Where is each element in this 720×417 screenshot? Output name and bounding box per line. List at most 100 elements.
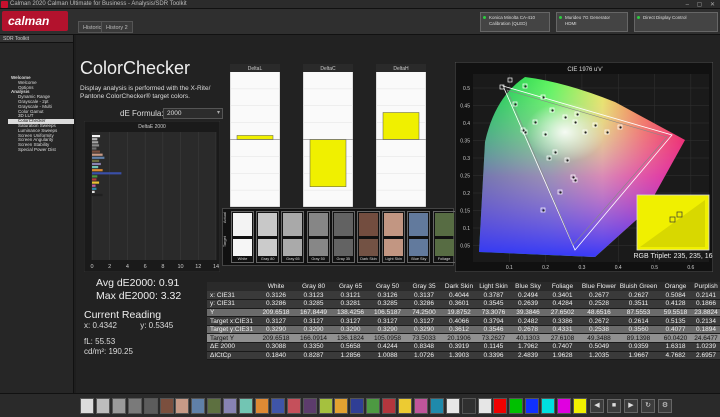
table-row[interactable]: Target Y 209.6518 166.0914 136.1824 105.0958… — [207, 333, 720, 344]
table-cell: 0.3127 — [295, 316, 332, 326]
max-de-value: Max dE2000: 3.32 — [96, 290, 182, 302]
measured-point — [548, 157, 551, 160]
swatch-light-skin[interactable]: Light Skin — [382, 211, 406, 263]
table-row[interactable]: y: CIE31 0.3286 0.3285 0.3281 0.3285 0.3286 0.… — [207, 299, 720, 309]
swatch-white[interactable]: White — [231, 211, 254, 263]
table-row[interactable]: ΔICtCp 0.1840 0.8287 1.2856 1.0088 1.0726 1.39… — [207, 351, 720, 361]
meter-device[interactable]: Konica Minolta CA-410 Calibration (QLED) — [480, 12, 550, 32]
patch-chip[interactable] — [413, 398, 428, 414]
swatch-gray-50[interactable]: Gray 50 — [306, 211, 330, 263]
cie-ytick: 0.1 — [463, 226, 470, 232]
patch-chip[interactable] — [318, 398, 333, 414]
patch-chip[interactable] — [382, 398, 397, 414]
patch-chip[interactable] — [461, 398, 476, 414]
table-cell: 1.0088 — [369, 351, 406, 361]
patch-chip[interactable] — [207, 398, 222, 414]
table-cell: 0.3386 — [545, 316, 580, 326]
table-cell: 0.2627 — [618, 291, 659, 301]
patch-chip[interactable] — [254, 398, 269, 414]
window-controls[interactable]: – ▢ ✕ — [686, 1, 718, 8]
next-button[interactable]: ▶ — [624, 399, 638, 413]
swatch-foliage[interactable]: Foliage — [432, 211, 456, 263]
patch-chip[interactable] — [541, 398, 556, 414]
table-cell: 0.2678 — [511, 325, 545, 335]
tab-history-2[interactable]: History 2 — [101, 21, 133, 33]
swatch-actual — [233, 213, 252, 236]
patch-chip[interactable] — [159, 398, 174, 414]
swatch-blue-sky[interactable]: Blue Sky — [407, 211, 431, 263]
table-cell: 0.3612 — [442, 325, 476, 335]
stop-button[interactable]: ■ — [607, 399, 621, 413]
patch-chip[interactable] — [445, 398, 460, 414]
sidebar-item-special-power-dist[interactable]: Special Power Dist — [8, 147, 74, 153]
delta-bar — [236, 135, 274, 140]
de-bar — [92, 147, 97, 150]
patch-chip[interactable] — [557, 398, 571, 414]
table-cell: 39.3846 — [511, 308, 545, 318]
settings-gear-icon[interactable]: ⚙ — [658, 399, 672, 413]
swatch-dark-skin[interactable]: Dark Skin — [357, 211, 380, 263]
table-cell: 0.4128 — [659, 299, 692, 309]
patch-chip[interactable] — [95, 398, 110, 414]
table-cell: 167.8449 — [295, 308, 332, 318]
cie-xtick: 0.4 — [615, 265, 622, 271]
table-cell: 0.4044 — [442, 291, 476, 301]
swatch-target — [333, 239, 353, 256]
patch-chip[interactable] — [127, 398, 142, 414]
table-cell: 0.3601 — [442, 299, 476, 309]
table-cell: 19.8752 — [442, 308, 476, 318]
patch-chip[interactable] — [270, 398, 285, 414]
formula-select[interactable]: 2000 ▾ — [163, 108, 223, 119]
generator-device[interactable]: Murideo 7G Generator HDMI — [556, 12, 628, 32]
previous-button[interactable]: ◀ — [590, 399, 604, 413]
panel-title: DeltaL — [248, 66, 263, 72]
table-cell: 0.3088 — [257, 342, 295, 352]
patch-chip[interactable] — [509, 398, 524, 414]
table-row[interactable]: x: CIE31 0.3126 0.3123 0.3121 0.3126 0.3137 0.… — [207, 291, 720, 301]
table-row[interactable]: Y 209.6518 167.8449 138.4256 106.5187 74.2500… — [207, 308, 720, 318]
measured-point — [606, 131, 609, 134]
table-cell: 0.5658 — [332, 342, 369, 352]
table-cell: 1.0726 — [406, 351, 442, 361]
patch-chip[interactable] — [366, 398, 381, 414]
patch-chip[interactable] — [398, 398, 412, 414]
patch-chip[interactable] — [334, 398, 349, 414]
patch-chip[interactable] — [429, 398, 444, 414]
swatch-gray-80[interactable]: Gray 80 — [256, 211, 280, 263]
de-chart-xtick: 12 — [195, 264, 201, 270]
page-title: ColorChecker — [80, 58, 191, 78]
table-row[interactable]: Target x:CIE31 0.3127 0.3127 0.3127 0.3127 0.… — [207, 316, 720, 326]
patch-chip[interactable] — [572, 398, 587, 414]
patch-chip[interactable] — [493, 398, 508, 414]
cie-ytick: 0.3 — [463, 156, 470, 162]
table-row[interactable]: ΔE 2000 0.3088 0.3350 0.5658 0.4244 0.8348 0.3… — [207, 342, 720, 352]
de-bar — [92, 150, 100, 153]
swatch-target — [258, 239, 278, 256]
patch-chip[interactable] — [80, 398, 94, 414]
cie-ytick: 0.15 — [460, 209, 470, 215]
patch-chip[interactable] — [175, 398, 190, 414]
measured-point — [564, 116, 567, 119]
avg-de-value: Avg dE2000: 0.91 — [96, 277, 180, 289]
patch-chip[interactable] — [111, 398, 126, 414]
patch-chip[interactable] — [302, 398, 317, 414]
table-cell: 27.6108 — [545, 333, 580, 344]
swatch-gray-35[interactable]: Gray 35 — [331, 211, 355, 263]
table-row[interactable]: Target y:CIE31 0.3290 0.3290 0.3290 0.3290 0.… — [207, 325, 720, 335]
patch-chip[interactable] — [286, 398, 301, 414]
patch-chip[interactable] — [477, 398, 492, 414]
table-cell: 89.1398 — [618, 333, 659, 344]
patch-chip[interactable] — [143, 398, 158, 414]
table-cell: 4.7682 — [659, 351, 692, 361]
patch-chip[interactable] — [239, 398, 253, 414]
patch-chip[interactable] — [350, 398, 365, 414]
table-cell: 0.3794 — [476, 316, 511, 326]
patch-chip[interactable] — [525, 398, 540, 414]
swatch-gray-65[interactable]: Gray 65 — [281, 211, 305, 263]
patch-chip[interactable] — [223, 398, 238, 414]
patch-chip[interactable] — [191, 398, 206, 414]
display-device[interactable]: Direct Display Control — [634, 12, 718, 32]
loop-button[interactable]: ↻ — [641, 399, 655, 413]
table-cell: 106.5187 — [369, 308, 406, 318]
swatch-label: Gray 80 — [260, 257, 275, 261]
